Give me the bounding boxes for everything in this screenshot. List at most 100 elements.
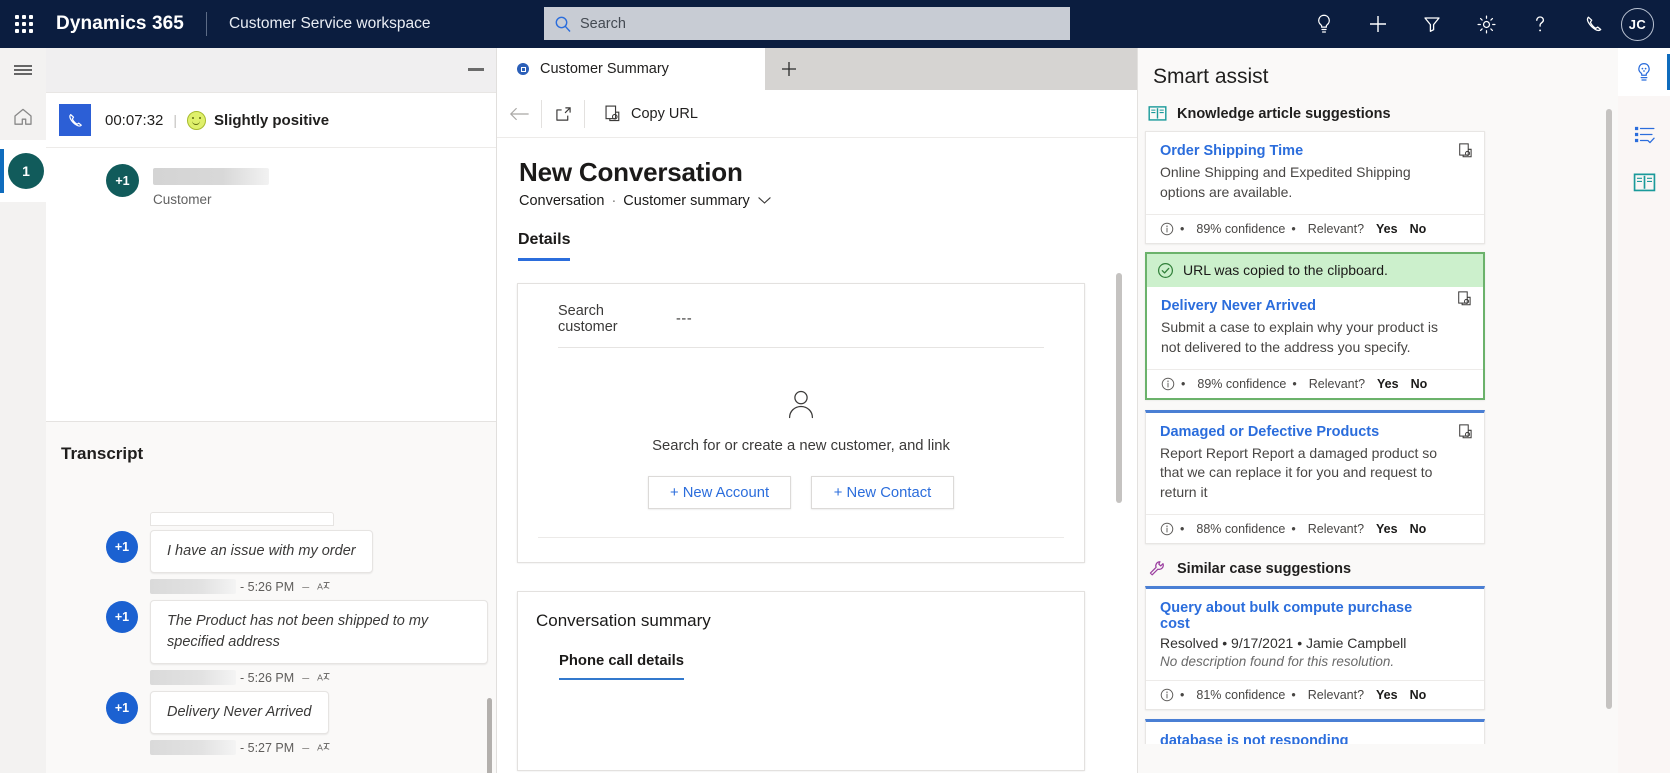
knowledge-section-header: Knowledge article suggestions [1138,89,1600,122]
translate-icon[interactable]: A [317,671,331,684]
copy-link-icon[interactable] [1457,142,1474,164]
transcript-message: +1 Delivery Never Arrived - 5:27 PM – A [46,691,496,756]
main-content-area: Customer Summary Copy URL New Conversati… [497,48,1137,773]
hamburger-menu-icon[interactable] [0,48,46,92]
chevron-down-icon[interactable] [758,193,771,209]
smart-assist-scrollbar[interactable] [1606,109,1612,709]
filter-icon[interactable] [1405,0,1459,48]
top-bar-icons: JC [1297,0,1670,48]
home-icon[interactable] [0,92,46,140]
conversation-summary-title: Conversation summary [536,611,711,630]
similar-case-meta: Resolved • 9/17/2021 • Jamie Campbell [1160,635,1407,652]
knowledge-card-title[interactable]: Delivery Never Arrived [1147,287,1483,314]
knowledge-card-description: Online Shipping and Expedited Shipping o… [1160,164,1411,200]
active-call-phone-icon [59,104,91,136]
person-icon [788,390,814,419]
copy-link-icon-active[interactable] [1456,290,1473,312]
knowledge-card-title[interactable]: Damaged or Defective Products [1146,413,1484,440]
relevant-label: Relevant? [1308,376,1366,391]
meta-bullet: • [1292,376,1297,391]
left-navigation-rail: 1 [0,48,46,773]
new-contact-button[interactable]: + New Contact [811,476,954,509]
right-productivity-rail [1618,48,1670,773]
knowledge-card[interactable]: Order Shipping Time Online Shipping and … [1145,131,1485,244]
copy-url-button[interactable]: Copy URL [589,99,712,129]
knowledge-card-description: Report Report Report a damaged product s… [1160,444,1438,501]
toast-notification: URL was copied to the clipboard. [1147,253,1483,287]
copy-link-icon[interactable] [1457,423,1474,445]
relevant-yes-button[interactable]: Yes [1377,377,1399,391]
message-avatar: +1 [106,601,138,634]
info-icon[interactable] [1160,522,1174,536]
main-scrollbar[interactable] [1116,273,1122,503]
customer-name-redacted [153,168,269,185]
sender-name-redacted [150,579,236,595]
relevant-yes-button[interactable]: Yes [1376,522,1398,536]
knowledge-card-highlighted[interactable]: URL was copied to the clipboard. Deliver… [1145,251,1485,400]
sidebar-item-session[interactable]: 1 [0,140,46,202]
transcript-scrollbar[interactable] [487,698,492,773]
relevant-yes-button[interactable]: Yes [1376,222,1398,236]
brand-title: Dynamics 365 [56,13,184,34]
transcript-scroll-area[interactable]: +1 I have an issue with my order - 5:26 … [46,464,496,773]
pop-out-button[interactable] [541,99,585,128]
sentiment-smiley-icon [187,110,207,130]
search-input[interactable]: Search [544,7,1070,40]
knowledge-book-icon[interactable] [1618,158,1670,206]
similar-case-title[interactable]: Query about bulk compute purchase cost [1146,589,1484,632]
translate-icon[interactable]: A [317,580,331,593]
brand-divider [205,12,207,36]
smart-assist-body[interactable]: Knowledge article suggestions Order Ship… [1138,89,1618,744]
add-tab-button[interactable] [765,48,813,90]
minimize-button[interactable] [468,68,484,71]
relevant-no-button[interactable]: No [1410,522,1427,536]
avatar[interactable]: JC [1621,7,1654,41]
info-icon[interactable] [1160,222,1174,236]
relevant-no-button[interactable]: No [1410,222,1427,236]
search-customer-field[interactable]: Search customer --- [518,284,1084,335]
lightbulb-icon[interactable] [1297,0,1351,48]
message-time: - 5:26 PM [240,579,295,594]
tab-customer-summary[interactable]: Customer Summary [497,48,765,90]
knowledge-card[interactable]: Damaged or Defective Products Report Rep… [1145,409,1485,545]
similar-case-meta-row: • 81% confidence • Relevant? Yes No [1146,680,1484,709]
agent-script-icon[interactable] [1618,110,1670,158]
plus-icon[interactable] [1351,0,1405,48]
relevant-label: Relevant? [1307,221,1365,236]
knowledge-card-meta: • 88% confidence • Relevant? Yes No [1146,514,1484,543]
new-account-button[interactable]: + New Account [648,476,791,509]
message-meta: - 5:26 PM – A [150,579,496,595]
knowledge-card-meta: • 89% confidence • Relevant? Yes No [1147,368,1483,398]
app-root: Dynamics 365 Customer Service workspace … [0,0,1670,773]
lightbulb-smart-assist-icon[interactable] [1618,48,1670,96]
copy-url-label: Copy URL [631,105,698,122]
message-avatar: +1 [106,692,138,725]
similar-case-card[interactable]: Query about bulk compute purchase cost R… [1145,586,1485,711]
tab-phone-call-details[interactable]: Phone call details [559,653,684,680]
back-button[interactable] [497,90,541,138]
relevant-no-button[interactable]: No [1411,377,1428,391]
message-bubble: Delivery Never Arrived [150,691,329,735]
relevant-no-button[interactable]: No [1410,688,1427,702]
similar-case-title[interactable]: database is not responding [1146,722,1484,744]
participant-avatar: +1 [106,164,139,197]
smart-assist-title: Smart assist [1153,65,1269,88]
relevant-yes-button[interactable]: Yes [1376,688,1398,702]
gear-icon[interactable] [1459,0,1513,48]
breadcrumb: Conversation · Customer summary [497,188,1137,209]
status-divider: | [173,112,178,128]
breadcrumb-separator: · [611,193,617,209]
session-badge: 1 [8,153,44,189]
customer-empty-state: Search for or create a new customer, and… [518,348,1084,454]
waffle-icon[interactable] [0,0,48,48]
info-icon[interactable] [1161,377,1175,391]
tab-details[interactable]: Details [518,231,571,261]
page-title: New Conversation [519,157,743,187]
empty-state-text: Search for or create a new customer, and… [652,438,950,454]
info-icon[interactable] [1160,688,1174,702]
similar-case-card[interactable]: database is not responding [1145,719,1485,744]
knowledge-card-title[interactable]: Order Shipping Time [1146,132,1484,159]
phone-icon[interactable] [1567,0,1621,48]
translate-icon[interactable]: A [317,741,331,754]
help-icon[interactable] [1513,0,1567,48]
